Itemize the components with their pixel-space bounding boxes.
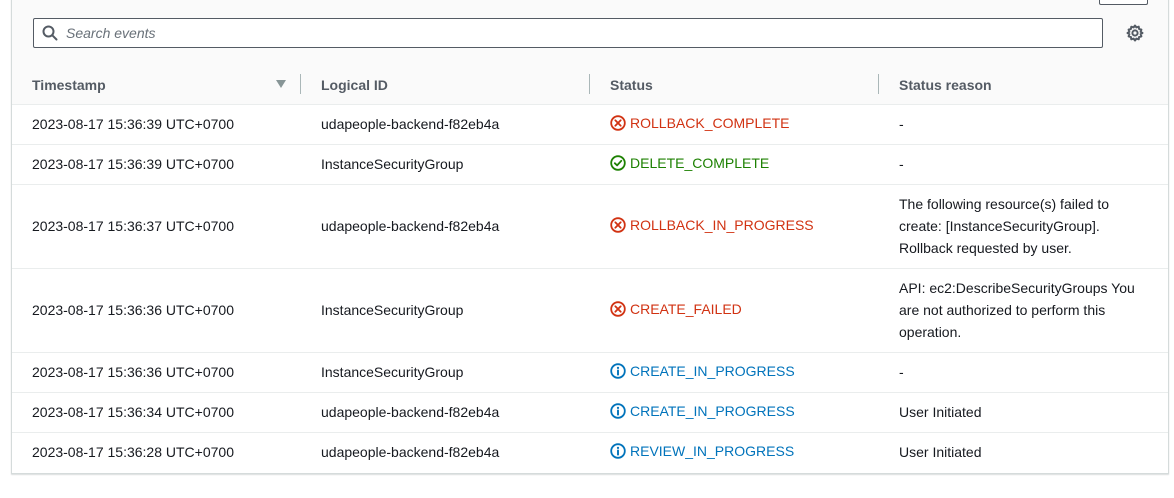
events-toolbar xyxy=(12,0,1168,66)
status-reason-cell: - xyxy=(879,352,1168,393)
status-reason-cell: - xyxy=(879,104,1168,145)
timestamp-cell: 2023-08-17 15:36:36 UTC+0700 xyxy=(12,352,301,393)
timestamp-cell: 2023-08-17 15:36:36 UTC+0700 xyxy=(12,268,301,353)
error-icon xyxy=(610,300,626,317)
table-row: 2023-08-17 15:36:36 UTC+0700 InstanceSec… xyxy=(12,268,1168,353)
info-icon xyxy=(610,402,626,419)
status-reason-cell: User Initiated xyxy=(899,444,982,461)
error-icon xyxy=(610,114,626,131)
table-row: 2023-08-17 15:36:28 UTC+0700 udapeople-b… xyxy=(12,432,1168,472)
status-text: ROLLBACK_COMPLETE xyxy=(630,114,790,131)
column-header-status[interactable]: Status xyxy=(590,66,879,105)
search-icon xyxy=(42,25,58,41)
table-row: 2023-08-17 15:36:34 UTC+0700 udapeople-b… xyxy=(12,392,1168,433)
status-cell: ROLLBACK_IN_PROGRESS xyxy=(590,184,879,269)
info-icon xyxy=(610,443,626,459)
logical-id-cell: udapeople-backend-f82eb4a xyxy=(301,392,590,433)
status-cell: ROLLBACK_COMPLETE xyxy=(590,104,879,145)
status-text: REVIEW_IN_PROGRESS xyxy=(630,442,795,459)
column-header-status-label: Status xyxy=(610,76,653,93)
column-header-logical-id[interactable]: Logical ID xyxy=(301,66,590,105)
column-header-logical-id-label: Logical ID xyxy=(321,76,388,93)
status-cell: CREATE_IN_PROGRESS xyxy=(590,352,879,393)
status-text: ROLLBACK_IN_PROGRESS xyxy=(630,216,814,233)
sort-descending-icon[interactable] xyxy=(275,79,287,89)
status-cell: CREATE_FAILED xyxy=(590,268,879,353)
logical-id-cell: InstanceSecurityGroup xyxy=(301,268,590,353)
status-cell: DELETE_COMPLETE xyxy=(590,144,879,185)
logical-id-cell: InstanceSecurityGroup xyxy=(301,144,590,185)
column-header-status-reason[interactable]: Status reason xyxy=(879,66,1168,105)
status-reason-cell: API: ec2:DescribeSecurityGroups You are … xyxy=(879,268,1168,353)
table-row: 2023-08-17 15:36:39 UTC+0700 udapeople-b… xyxy=(12,104,1168,145)
status-cell: REVIEW_IN_PROGRESS xyxy=(590,432,879,472)
column-header-status-reason-label: Status reason xyxy=(899,76,992,93)
table-header-row: Timestamp Logical ID Status Status reaso… xyxy=(12,66,1168,105)
column-header-timestamp[interactable]: Timestamp xyxy=(12,66,301,105)
error-icon xyxy=(610,216,626,233)
search-field[interactable] xyxy=(33,18,1103,48)
logical-id-cell: udapeople-backend-f82eb4a xyxy=(321,444,500,461)
events-panel: Timestamp Logical ID Status Status reaso… xyxy=(11,0,1169,474)
timestamp-cell: 2023-08-17 15:36:39 UTC+0700 xyxy=(12,104,301,145)
table-row: 2023-08-17 15:36:39 UTC+0700 InstanceSec… xyxy=(12,144,1168,185)
status-text: CREATE_IN_PROGRESS xyxy=(630,362,795,379)
info-icon xyxy=(610,362,626,379)
header-action-button[interactable] xyxy=(1099,0,1148,5)
status-reason-cell: - xyxy=(879,144,1168,185)
status-reason-cell: The following resource(s) failed to crea… xyxy=(879,184,1168,269)
timestamp-cell: 2023-08-17 15:36:37 UTC+0700 xyxy=(12,184,301,269)
status-cell: CREATE_IN_PROGRESS xyxy=(590,392,879,433)
status-text: DELETE_COMPLETE xyxy=(630,154,770,171)
events-table: Timestamp Logical ID Status Status reaso… xyxy=(12,66,1168,472)
search-input[interactable] xyxy=(66,19,1096,47)
table-row: 2023-08-17 15:36:37 UTC+0700 udapeople-b… xyxy=(12,184,1168,269)
settings-gear-icon[interactable] xyxy=(1125,23,1145,43)
column-header-timestamp-label: Timestamp xyxy=(32,76,106,93)
timestamp-cell: 2023-08-17 15:36:34 UTC+0700 xyxy=(12,392,301,433)
status-reason-cell: User Initiated xyxy=(879,392,1168,433)
timestamp-cell: 2023-08-17 15:36:28 UTC+0700 xyxy=(32,444,234,461)
success-icon xyxy=(610,154,626,171)
table-row: 2023-08-17 15:36:36 UTC+0700 InstanceSec… xyxy=(12,352,1168,393)
logical-id-cell: InstanceSecurityGroup xyxy=(301,352,590,393)
logical-id-cell: udapeople-backend-f82eb4a xyxy=(301,104,590,145)
timestamp-cell: 2023-08-17 15:36:39 UTC+0700 xyxy=(12,144,301,185)
logical-id-cell: udapeople-backend-f82eb4a xyxy=(301,184,590,269)
status-text: CREATE_IN_PROGRESS xyxy=(630,402,795,419)
status-text: CREATE_FAILED xyxy=(630,300,742,317)
